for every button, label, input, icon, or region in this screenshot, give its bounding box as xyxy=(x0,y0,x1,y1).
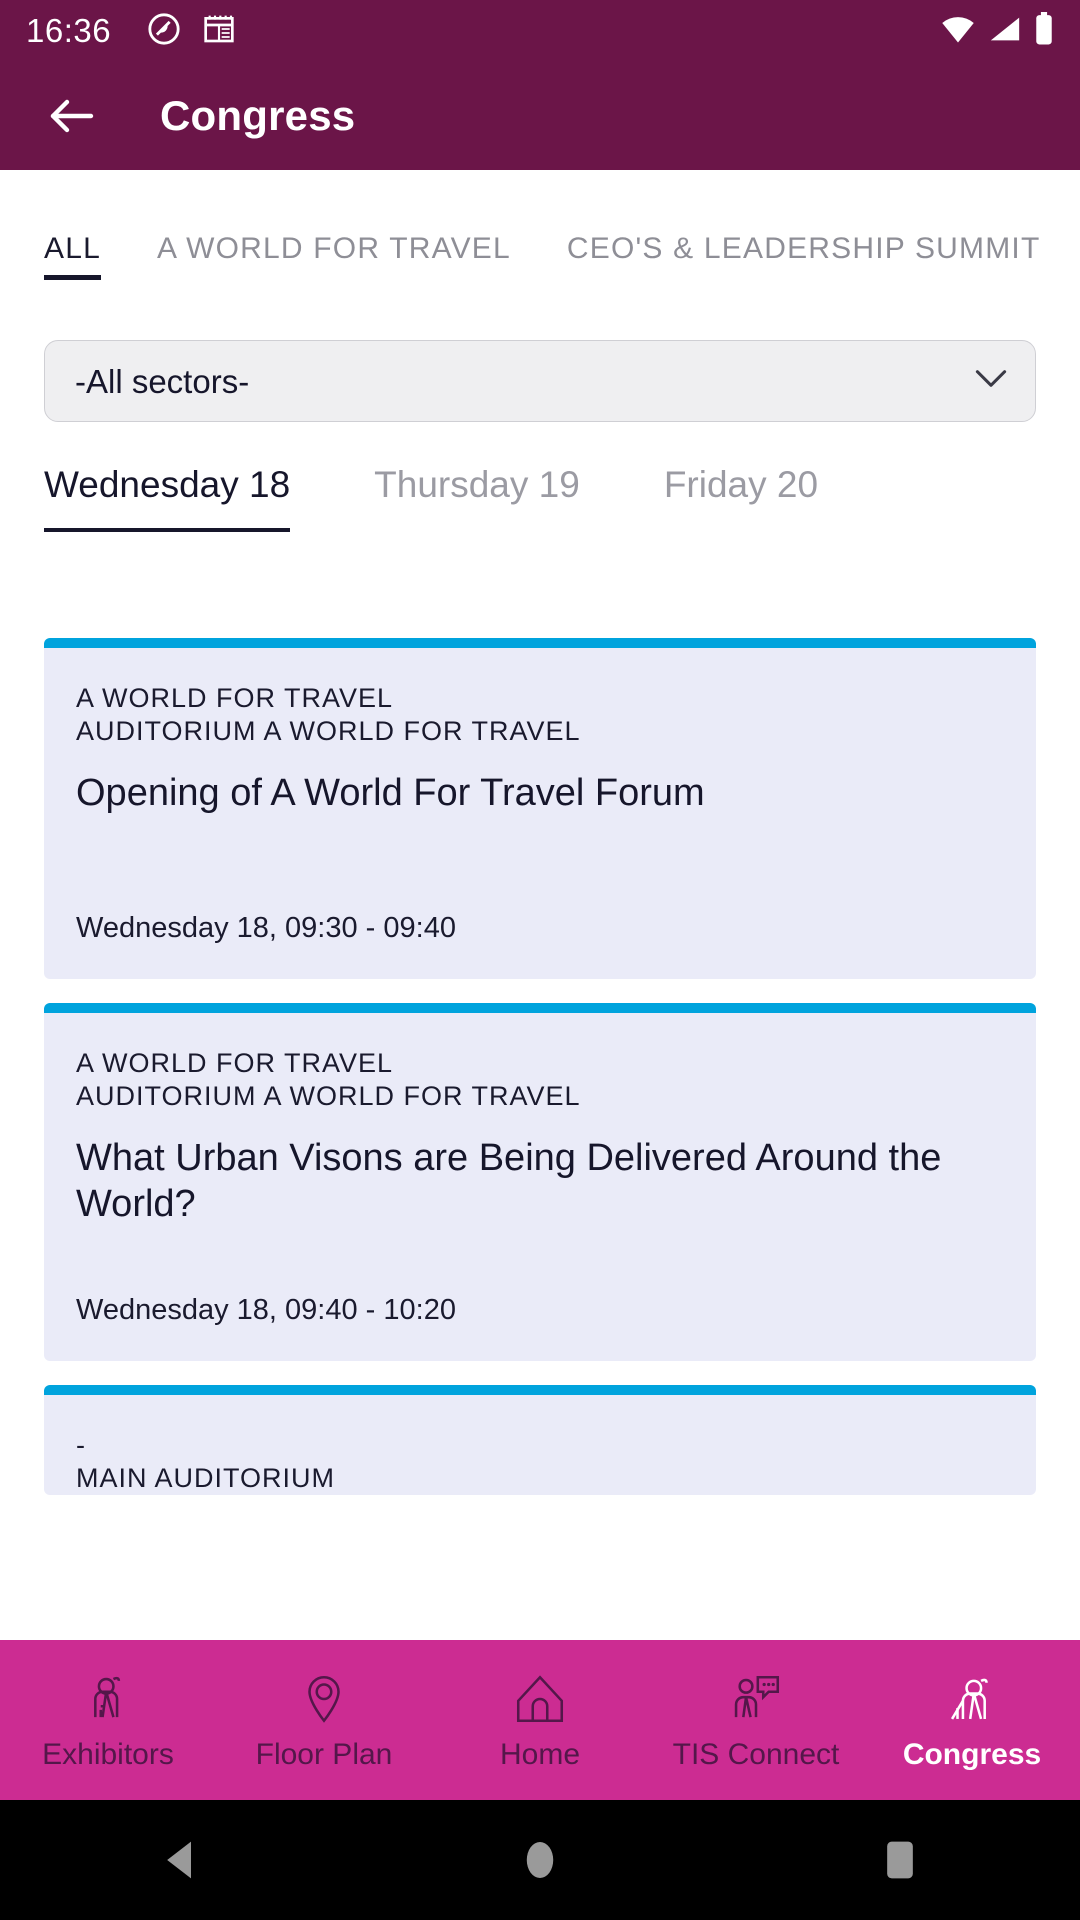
session-list: A WORLD FOR TRAVEL AUDITORIUM A WORLD FO… xyxy=(0,638,1080,1495)
session-room: MAIN AUDITORIUM xyxy=(76,1462,336,1493)
android-back-icon[interactable] xyxy=(120,1800,240,1920)
session-track: - xyxy=(76,1429,86,1460)
session-room: AUDITORIUM A WORLD FOR TRAVEL xyxy=(76,1081,581,1112)
session-card[interactable]: A WORLD FOR TRAVEL AUDITORIUM A WORLD FO… xyxy=(44,638,1036,980)
session-title: What Urban Visons are Being Delivered Ar… xyxy=(76,1137,942,1226)
day-tab-bar: Wednesday 18 Thursday 19 Friday 20 xyxy=(0,464,1080,540)
session-track: A WORLD FOR TRAVEL xyxy=(76,683,394,713)
do-not-disturb-icon xyxy=(147,12,181,51)
exhibitor-person-icon xyxy=(79,1668,137,1730)
nav-item-tis-connect[interactable]: TIS Connect xyxy=(648,1668,864,1772)
tab-all[interactable]: ALL xyxy=(44,232,101,286)
day-tab-thursday-19[interactable]: Thursday 19 xyxy=(374,464,580,540)
status-system-icons xyxy=(940,11,1054,51)
status-bar: 16:36 xyxy=(0,0,1080,62)
home-icon xyxy=(511,1668,569,1730)
session-card[interactable]: - MAIN AUDITORIUM xyxy=(44,1384,1036,1495)
nav-label: Floor Plan xyxy=(255,1738,393,1771)
android-home-icon[interactable] xyxy=(480,1800,600,1920)
session-time: Wednesday 18, 09:40 - 10:20 xyxy=(76,1293,456,1326)
tab-ceos-leadership-summit[interactable]: CEO'S & LEADERSHIP SUMMIT xyxy=(567,232,1041,286)
map-pin-icon xyxy=(295,1668,353,1730)
app-screen: 16:36 Congress ALL A WORLD FOR TRAVEL CE… xyxy=(0,0,1080,1920)
nav-label: Congress xyxy=(902,1738,1042,1771)
nav-item-floor-plan[interactable]: Floor Plan xyxy=(216,1668,432,1772)
tab-a-world-for-travel[interactable]: A WORLD FOR TRAVEL xyxy=(157,232,511,286)
day-tab-wednesday-18[interactable]: Wednesday 18 xyxy=(44,464,291,540)
page-title: Congress xyxy=(160,92,356,139)
app-bar: Congress xyxy=(0,62,1080,170)
status-notification-icons xyxy=(147,12,235,51)
category-tab-bar: ALL A WORLD FOR TRAVEL CEO'S & LEADERSHI… xyxy=(0,232,1080,318)
day-tab-friday-20[interactable]: Friday 20 xyxy=(664,464,818,540)
status-time: 16:36 xyxy=(26,12,112,49)
session-title: Opening of A World For Travel Forum xyxy=(76,771,705,814)
calendar-note-icon xyxy=(203,12,235,51)
nav-item-home[interactable]: Home xyxy=(432,1668,648,1772)
session-card[interactable]: A WORLD FOR TRAVEL AUDITORIUM A WORLD FO… xyxy=(44,1003,1036,1361)
speaker-person-icon xyxy=(943,1668,1001,1730)
session-time: Wednesday 18, 09:30 - 09:40 xyxy=(76,912,456,945)
people-chat-icon xyxy=(727,1668,785,1730)
nav-item-exhibitors[interactable]: Exhibitors xyxy=(0,1668,216,1772)
session-room: AUDITORIUM A WORLD FOR TRAVEL xyxy=(76,715,581,746)
wifi-icon xyxy=(940,14,976,49)
nav-item-congress[interactable]: Congress xyxy=(864,1668,1080,1772)
battery-icon xyxy=(1034,11,1054,51)
bottom-navigation: Exhibitors Floor Plan Home TIS Connect C… xyxy=(0,1640,1080,1800)
sector-select[interactable]: -All sectors- xyxy=(44,340,1036,422)
nav-label: Exhibitors xyxy=(42,1738,174,1771)
android-recents-icon[interactable] xyxy=(840,1800,960,1920)
session-track: A WORLD FOR TRAVEL xyxy=(76,1048,394,1079)
android-navigation-bar xyxy=(0,1800,1080,1920)
nav-label: TIS Connect xyxy=(672,1738,840,1771)
sector-filter: -All sectors- xyxy=(44,340,1036,422)
signal-icon xyxy=(988,14,1022,49)
nav-label: Home xyxy=(499,1738,581,1771)
back-arrow-icon[interactable] xyxy=(44,89,98,143)
